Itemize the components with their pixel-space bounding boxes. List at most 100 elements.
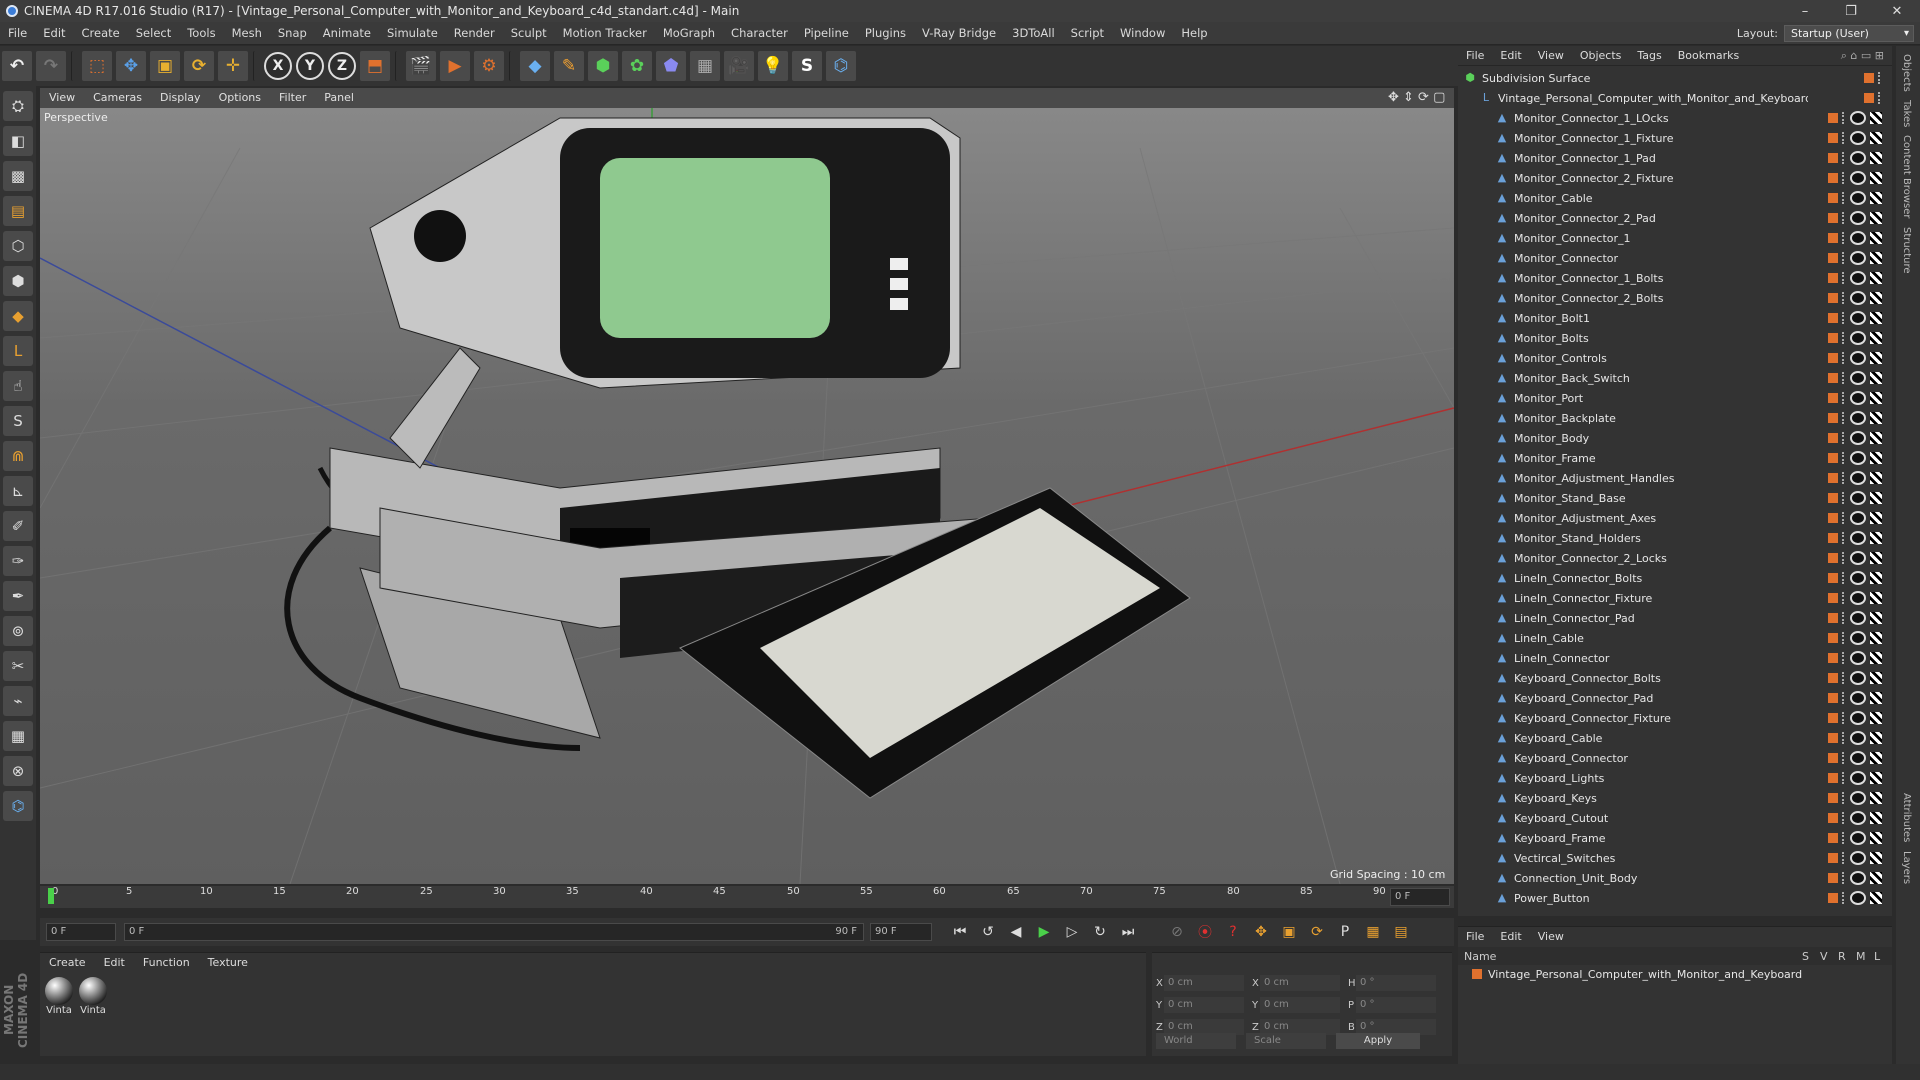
uvw-tag-icon[interactable] bbox=[1870, 252, 1882, 264]
rotation-h-field[interactable]: 0 ° bbox=[1356, 975, 1436, 991]
material-tag-icon[interactable] bbox=[1850, 131, 1866, 145]
layer-color-swatch[interactable] bbox=[1828, 653, 1838, 663]
menu-help[interactable]: Help bbox=[1173, 22, 1215, 45]
tab-takes[interactable]: Takes bbox=[1901, 100, 1912, 127]
menu-edit[interactable]: Edit bbox=[35, 22, 73, 45]
visibility-dots-icon[interactable] bbox=[1842, 672, 1846, 684]
object-menu-objects[interactable]: Objects bbox=[1572, 46, 1630, 66]
object-row[interactable]: ▲ Monitor_Connector_1_Fixture bbox=[1458, 128, 1888, 148]
layer-color-swatch[interactable] bbox=[1828, 853, 1838, 863]
visibility-dots-icon[interactable] bbox=[1842, 412, 1846, 424]
menu-mesh[interactable]: Mesh bbox=[224, 22, 270, 45]
end-frame-field[interactable]: 90 F bbox=[870, 923, 932, 941]
menu-plugins[interactable]: Plugins bbox=[857, 22, 914, 45]
x-axis-lock-icon[interactable]: X bbox=[264, 52, 292, 80]
deformer-icon[interactable]: ⬟ bbox=[656, 51, 686, 81]
layer-menu-file[interactable]: File bbox=[1458, 927, 1492, 947]
uvw-tag-icon[interactable] bbox=[1870, 172, 1882, 184]
render-view-icon[interactable]: 🎬 bbox=[406, 51, 436, 81]
visibility-dots-icon[interactable] bbox=[1842, 712, 1846, 724]
object-row[interactable]: ▲ Monitor_Adjustment_Handles bbox=[1458, 468, 1888, 488]
timeline-window-icon[interactable]: ▤ bbox=[1390, 921, 1412, 943]
edges-mode-icon[interactable]: ⬢ bbox=[3, 266, 33, 296]
material-tag-icon[interactable] bbox=[1850, 391, 1866, 405]
visibility-dots-icon[interactable] bbox=[1842, 232, 1846, 244]
material-tag-icon[interactable] bbox=[1850, 431, 1866, 445]
viewport-menu-options[interactable]: Options bbox=[210, 88, 270, 108]
visibility-dots-icon[interactable] bbox=[1842, 632, 1846, 644]
material-tag-icon[interactable] bbox=[1850, 511, 1866, 525]
uvw-tag-icon[interactable] bbox=[1870, 532, 1882, 544]
visibility-dots-icon[interactable] bbox=[1842, 732, 1846, 744]
uvw-tag-icon[interactable] bbox=[1870, 772, 1882, 784]
viewport-menu-view[interactable]: View bbox=[40, 88, 84, 108]
coordinate-space-dropdown[interactable]: World bbox=[1156, 1033, 1236, 1049]
auto-key-icon[interactable]: ? bbox=[1222, 921, 1244, 943]
object-row[interactable]: ▲ Keyboard_Cutout bbox=[1458, 808, 1888, 828]
layer-color-swatch[interactable] bbox=[1828, 753, 1838, 763]
object-row[interactable]: ▲ Monitor_Connector_1 bbox=[1458, 228, 1888, 248]
menu-sculpt[interactable]: Sculpt bbox=[503, 22, 555, 45]
visibility-dots-icon[interactable] bbox=[1842, 832, 1846, 844]
visibility-dots-icon[interactable] bbox=[1842, 532, 1846, 544]
tab-content-browser[interactable]: Content Browser bbox=[1901, 135, 1912, 218]
layer-color-swatch[interactable] bbox=[1828, 693, 1838, 703]
material-tag-icon[interactable] bbox=[1850, 591, 1866, 605]
layer-color-swatch[interactable] bbox=[1828, 173, 1838, 183]
sculpt-pinch-icon[interactable]: ⌁ bbox=[3, 686, 33, 716]
menu-render[interactable]: Render bbox=[446, 22, 503, 45]
menu-vray-bridge[interactable]: V-Ray Bridge bbox=[914, 22, 1004, 45]
layer-color-swatch[interactable] bbox=[1828, 233, 1838, 243]
cloner-icon[interactable]: ✿ bbox=[622, 51, 652, 81]
uvw-tag-icon[interactable] bbox=[1870, 212, 1882, 224]
visibility-dots-icon[interactable] bbox=[1842, 592, 1846, 604]
layer-color-swatch[interactable] bbox=[1828, 573, 1838, 583]
uvw-tag-icon[interactable] bbox=[1870, 232, 1882, 244]
uvw-tag-icon[interactable] bbox=[1870, 612, 1882, 624]
grid-icon[interactable]: ▦ bbox=[3, 721, 33, 751]
visibility-dots-icon[interactable] bbox=[1842, 792, 1846, 804]
render-settings-icon[interactable]: ⚙ bbox=[474, 51, 504, 81]
rotation-p-field[interactable]: 0 ° bbox=[1356, 997, 1436, 1013]
material-tag-icon[interactable] bbox=[1850, 831, 1866, 845]
layer-color-swatch[interactable] bbox=[1864, 93, 1874, 103]
object-row[interactable]: ▲ Monitor_Connector_1_LOcks bbox=[1458, 108, 1888, 128]
material-tag-icon[interactable] bbox=[1850, 151, 1866, 165]
material-tag-icon[interactable] bbox=[1850, 111, 1866, 125]
menu-create[interactable]: Create bbox=[74, 22, 128, 45]
position-x-field[interactable]: 0 cm bbox=[1164, 975, 1244, 991]
material-tag-icon[interactable] bbox=[1850, 871, 1866, 885]
material-tag-icon[interactable] bbox=[1850, 691, 1866, 705]
object-row[interactable]: ▲ Keyboard_Lights bbox=[1458, 768, 1888, 788]
visibility-dots-icon[interactable] bbox=[1842, 332, 1846, 344]
material-tag-icon[interactable] bbox=[1850, 411, 1866, 425]
layer-color-swatch[interactable] bbox=[1828, 633, 1838, 643]
uvw-tag-icon[interactable] bbox=[1870, 692, 1882, 704]
object-row[interactable]: ▲ Keyboard_Connector_Pad bbox=[1458, 688, 1888, 708]
material-tag-icon[interactable] bbox=[1850, 271, 1866, 285]
record-icon[interactable]: ⦿ bbox=[1194, 921, 1216, 943]
object-row[interactable]: ▲ Monitor_Connector_2_Fixture bbox=[1458, 168, 1888, 188]
material-tag-icon[interactable] bbox=[1850, 651, 1866, 665]
visibility-dots-icon[interactable] bbox=[1842, 572, 1846, 584]
object-row[interactable]: ▲ LineIn_Connector bbox=[1458, 648, 1888, 668]
model-mode-icon[interactable]: ◧ bbox=[3, 126, 33, 156]
uvw-tag-icon[interactable] bbox=[1870, 472, 1882, 484]
uvw-tag-icon[interactable] bbox=[1870, 492, 1882, 504]
visibility-dots-icon[interactable] bbox=[1842, 172, 1846, 184]
scale-icon[interactable]: ▣ bbox=[150, 51, 180, 81]
timeline-ruler[interactable]: 0 5 10 15 20 25 30 35 40 45 50 55 60 65 … bbox=[40, 886, 1454, 908]
tab-attributes[interactable]: Attributes bbox=[1901, 793, 1912, 842]
layout-dropdown[interactable]: Startup (User) bbox=[1784, 25, 1914, 42]
object-row[interactable]: ▲ Keyboard_Frame bbox=[1458, 828, 1888, 848]
visibility-dots-icon[interactable] bbox=[1842, 872, 1846, 884]
material-tag-icon[interactable] bbox=[1850, 711, 1866, 725]
material-tag-icon[interactable] bbox=[1850, 771, 1866, 785]
material-tag-icon[interactable] bbox=[1850, 291, 1866, 305]
points-mode-icon[interactable]: ⬡ bbox=[3, 231, 33, 261]
move-icon[interactable]: ✥ bbox=[116, 51, 146, 81]
key-position-icon[interactable]: ✥ bbox=[1250, 921, 1272, 943]
menu-file[interactable]: File bbox=[0, 22, 35, 45]
python-icon[interactable]: ⌬ bbox=[826, 51, 856, 81]
object-menu-edit[interactable]: Edit bbox=[1492, 46, 1529, 66]
